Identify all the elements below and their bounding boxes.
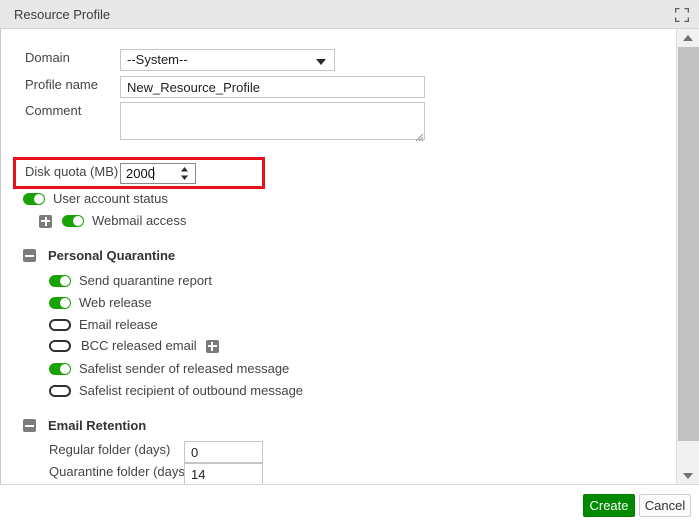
plus-box-icon[interactable]: [39, 215, 52, 228]
regular-folder-label: Regular folder (days): [49, 441, 184, 459]
toggle-row-email-release: Email release: [49, 318, 158, 332]
email-release-toggle[interactable]: [49, 319, 71, 331]
minus-box-icon[interactable]: [23, 249, 36, 262]
profile-name-label: Profile name: [25, 76, 120, 94]
section-email-retention-header: Email Retention: [23, 418, 146, 433]
chevron-down-icon: [316, 59, 326, 65]
scroll-down-arrow-icon: [683, 473, 693, 479]
scrollbar-thumb[interactable]: [678, 47, 699, 441]
disk-quota-stepper[interactable]: [120, 163, 196, 184]
user-account-status-toggle[interactable]: [23, 193, 45, 205]
toggle-row-safelist-recipient: Safelist recipient of outbound message: [49, 384, 303, 398]
bcc-plus-box-icon[interactable]: [206, 340, 219, 353]
dialog-titlebar: Resource Profile: [0, 0, 699, 29]
cancel-button[interactable]: Cancel: [639, 494, 691, 517]
toggle-row-user-account-status: User account status: [23, 192, 168, 206]
email-retention-minus-box-icon[interactable]: [23, 419, 36, 432]
create-button[interactable]: Create: [583, 494, 635, 517]
safelist-sender-toggle[interactable]: [49, 363, 71, 375]
quarantine-folder-label: Quarantine folder (days): [49, 463, 184, 481]
field-row-regular-folder: Regular folder (days): [49, 441, 263, 463]
field-row-comment: Comment: [25, 102, 425, 143]
toggle-row-bcc-released-email: BCC released email: [49, 339, 219, 353]
toggle-row-send-quarantine-report: Send quarantine report: [49, 274, 212, 288]
send-quarantine-report-label: Send quarantine report: [79, 274, 212, 288]
field-row-profile-name: Profile name: [25, 76, 425, 98]
spinner-updown-icon[interactable]: [180, 166, 189, 181]
dialog-form: Domain --System-- Profile name Comment: [1, 29, 677, 484]
dialog-content-area: Domain --System-- Profile name Comment: [0, 29, 699, 484]
safelist-sender-label: Safelist sender of released message: [79, 362, 289, 376]
dialog-footer: Create Cancel: [0, 484, 699, 523]
scroll-up-arrow-icon: [683, 35, 693, 41]
scroll-down-button[interactable]: [677, 467, 699, 484]
safelist-recipient-label: Safelist recipient of outbound message: [79, 384, 303, 398]
toggle-row-safelist-sender: Safelist sender of released message: [49, 362, 289, 376]
webmail-access-toggle[interactable]: [62, 215, 84, 227]
domain-select-value: --System--: [127, 52, 188, 67]
email-release-label: Email release: [79, 318, 158, 332]
expand-icon[interactable]: [675, 8, 689, 22]
user-account-status-label: User account status: [53, 192, 168, 206]
safelist-recipient-toggle[interactable]: [49, 385, 71, 397]
section-email-retention-title: Email Retention: [48, 418, 146, 433]
field-row-quarantine-folder: Quarantine folder (days): [49, 463, 263, 484]
domain-label: Domain: [25, 49, 120, 67]
profile-name-input[interactable]: [120, 76, 425, 98]
comment-textarea[interactable]: [120, 102, 425, 140]
field-row-domain: Domain --System--: [25, 49, 335, 71]
web-release-label: Web release: [79, 296, 152, 310]
scroll-up-button[interactable]: [677, 29, 699, 46]
regular-folder-input[interactable]: [184, 441, 263, 463]
web-release-toggle[interactable]: [49, 297, 71, 309]
section-personal-quarantine-title: Personal Quarantine: [48, 248, 175, 263]
bcc-released-email-label: BCC released email: [81, 339, 197, 353]
bcc-released-email-toggle[interactable]: [49, 340, 71, 352]
send-quarantine-report-toggle[interactable]: [49, 275, 71, 287]
field-row-disk-quota: Disk quota (MB): [25, 163, 196, 184]
dialog-title: Resource Profile: [14, 7, 110, 22]
toggle-row-web-release: Web release: [49, 296, 152, 310]
toggle-row-webmail-access: Webmail access: [39, 214, 186, 228]
resource-profile-dialog: Resource Profile Domain --System--: [0, 0, 699, 523]
disk-quota-label: Disk quota (MB): [25, 163, 120, 181]
comment-label: Comment: [25, 102, 120, 120]
section-personal-quarantine-header: Personal Quarantine: [23, 248, 175, 263]
text-caret: [153, 167, 154, 180]
domain-select[interactable]: --System--: [120, 49, 335, 71]
quarantine-folder-input[interactable]: [184, 463, 263, 484]
webmail-access-label: Webmail access: [92, 214, 186, 228]
vertical-scrollbar[interactable]: [676, 29, 699, 484]
